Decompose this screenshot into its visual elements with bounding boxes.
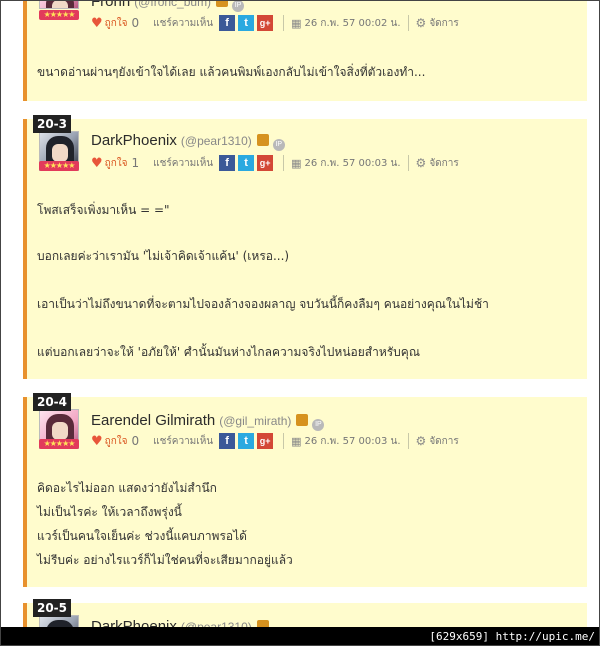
comment-feed: ★★★★★ Fronn (@fronc_bum) IP ♥ ถูกใจ 0 แชร์…: [0, 0, 600, 646]
comment-card: ★★★★★ Fronn (@fronc_bum) IP ♥ ถูกใจ 0 แชร์…: [23, 1, 587, 101]
like-button[interactable]: ถูกใจ: [105, 156, 128, 171]
ip-icon: IP: [272, 139, 285, 151]
author-name[interactable]: DarkPhoenix (@pear1310) IP: [91, 132, 285, 151]
comment-line: คิดอะไรไม่ออก แสดงว่ายังไม่สำนึก: [37, 481, 217, 495]
comment-meta: ♥ ถูกใจ 1 แชร์ความเห็น f t g+ ▦ 26 ก.พ. …: [91, 154, 459, 172]
comment-line: แวร์เป็นคนใจเย็นค่ะ ช่วงนี้แคบภาพรอได้: [37, 529, 247, 543]
share-label: แชร์ความเห็น: [153, 157, 214, 169]
comment-line: แต่บอกเลยว่าจะให้ 'อภัยให้' ศำนั้นมันห่า…: [37, 345, 420, 359]
rating-stars: ★★★★★: [39, 10, 79, 20]
comment-date: 26 ก.พ. 57 00:03 น.: [304, 435, 401, 447]
google-plus-icon[interactable]: g+: [257, 433, 274, 449]
google-plus-icon[interactable]: g+: [257, 155, 274, 171]
ip-icon: IP: [232, 1, 245, 12]
divider: [283, 15, 285, 31]
comment-card: ★★★★★ Earendel Gilmirath (@gil_mirath) IP …: [23, 397, 587, 587]
comment-date: 26 ก.พ. 57 00:03 น.: [304, 157, 401, 169]
facebook-icon[interactable]: f: [219, 155, 236, 171]
calendar-icon: ▦: [291, 434, 302, 448]
badge-icon: [296, 414, 309, 426]
badge-icon: [216, 1, 229, 7]
comment-number[interactable]: 20-5: [33, 599, 71, 617]
comment-date: 26 ก.พ. 57 00:02 น.: [304, 17, 401, 29]
divider: [283, 433, 285, 449]
like-count: 1: [131, 156, 140, 170]
author-name[interactable]: Earendel Gilmirath (@gil_mirath) IP: [91, 412, 325, 431]
twitter-icon[interactable]: t: [238, 155, 255, 171]
like-button[interactable]: ถูกใจ: [105, 16, 128, 31]
author-handle[interactable]: (@fronc_bum): [134, 1, 211, 9]
author-display-name[interactable]: DarkPhoenix: [91, 132, 177, 149]
comment-line: บอกเลยค่ะว่าเรามัน 'ไม่เจ้าคิดเจ้าแค้น' …: [37, 249, 290, 263]
rating-stars: ★★★★★: [39, 161, 79, 171]
author-handle[interactable]: (@gil_mirath): [219, 414, 291, 428]
google-plus-icon[interactable]: g+: [257, 15, 274, 31]
comment-card: ★★★★★ DarkPhoenix (@pear1310) IP ♥ ถูกใจ 1…: [23, 119, 587, 379]
badge-icon: [256, 134, 269, 146]
comment-line: เอาเป็นว่าไม่ถึงขนาดที่จะตามไปจองล้างจอง…: [37, 297, 489, 311]
watermark-bar: [629x659] http://upic.me/: [1, 627, 599, 645]
comment-number[interactable]: 20-4: [33, 393, 71, 411]
share-label: แชร์ความเห็น: [153, 435, 214, 447]
like-count: 0: [131, 16, 140, 30]
facebook-icon[interactable]: f: [219, 433, 236, 449]
facebook-icon[interactable]: f: [219, 15, 236, 31]
divider: [407, 433, 409, 449]
calendar-icon: ▦: [291, 16, 302, 30]
author-name[interactable]: Fronn (@fronc_bum) IP: [91, 1, 245, 12]
avatar[interactable]: [39, 1, 79, 9]
like-count: 0: [131, 434, 140, 448]
author-handle[interactable]: (@pear1310): [181, 134, 252, 148]
gear-icon[interactable]: ⚙: [416, 434, 427, 448]
comment-meta: ♥ ถูกใจ 0 แชร์ความเห็น f t g+ ▦ 26 ก.พ. …: [91, 432, 459, 450]
heart-icon[interactable]: ♥: [91, 156, 103, 171]
author-display-name[interactable]: Fronn: [91, 1, 130, 10]
divider: [283, 155, 285, 171]
manage-button[interactable]: จัดการ: [429, 16, 458, 31]
heart-icon[interactable]: ♥: [91, 16, 103, 31]
manage-button[interactable]: จัดการ: [429, 434, 458, 449]
comment-number[interactable]: 20-3: [33, 115, 71, 133]
like-button[interactable]: ถูกใจ: [105, 434, 128, 449]
comment-line: ไม่เป็นไรค่ะ ให้เวลาถึงพรุ่งนี้: [37, 505, 182, 519]
heart-icon[interactable]: ♥: [91, 434, 103, 449]
comment-line: โพสเสร็จเพิ่งมาเห็น = =": [37, 203, 170, 217]
share-label: แชร์ความเห็น: [153, 17, 214, 29]
twitter-icon[interactable]: t: [238, 433, 255, 449]
manage-button[interactable]: จัดการ: [429, 156, 458, 171]
gear-icon[interactable]: ⚙: [416, 156, 427, 170]
comment-line: ไม่รีบค่ะ อย่างไรแวร์ก็ไม่ใช่คนที่จะเสีย…: [37, 553, 293, 567]
ip-icon: IP: [312, 419, 325, 431]
divider: [407, 15, 409, 31]
comment-line: ขนาดอ่านผ่านๆยังเข้าใจได้เลย แล้วคนพิมพ์…: [37, 65, 426, 79]
divider: [407, 155, 409, 171]
author-display-name[interactable]: Earendel Gilmirath: [91, 412, 215, 429]
twitter-icon[interactable]: t: [238, 15, 255, 31]
calendar-icon: ▦: [291, 156, 302, 170]
comment-meta: ♥ ถูกใจ 0 แชร์ความเห็น f t g+ ▦ 26 ก.พ. …: [91, 14, 459, 32]
gear-icon[interactable]: ⚙: [416, 16, 427, 30]
rating-stars: ★★★★★: [39, 439, 79, 449]
